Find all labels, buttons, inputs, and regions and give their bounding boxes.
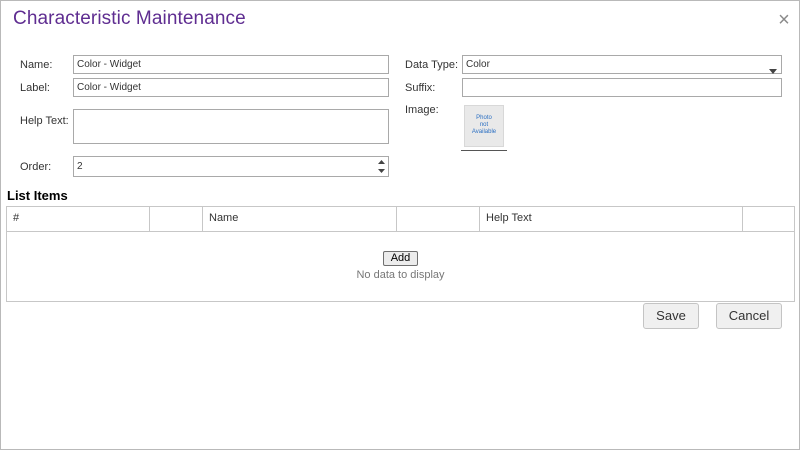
- order-label: Order:: [20, 161, 52, 173]
- save-button[interactable]: Save: [643, 303, 699, 329]
- suffix-label: Suffix:: [405, 82, 436, 94]
- data-type-label: Data Type:: [405, 59, 458, 71]
- spinner-arrows-icon[interactable]: [377, 158, 386, 175]
- chevron-down-icon: [769, 63, 777, 74]
- column-header-help-text[interactable]: Help Text: [480, 207, 743, 231]
- help-text-label: Help Text:: [20, 115, 69, 127]
- help-text-field[interactable]: [73, 109, 389, 144]
- photo-line-2: not: [479, 122, 489, 128]
- suffix-field[interactable]: [462, 78, 782, 97]
- order-value: 2: [77, 161, 83, 172]
- image-label: Image:: [405, 104, 439, 116]
- photo-line-1: Photo: [476, 115, 492, 121]
- characteristic-maintenance-dialog: Characteristic Maintenance × Name: Color…: [0, 0, 800, 450]
- empty-grid-message: No data to display: [356, 269, 445, 281]
- cancel-button[interactable]: Cancel: [716, 303, 782, 329]
- photo-line-3: Available: [471, 129, 497, 135]
- data-type-value: Color: [466, 59, 490, 70]
- column-header-blank-2[interactable]: [397, 207, 480, 231]
- name-label: Name:: [20, 59, 53, 71]
- label-field[interactable]: Color - Widget: [73, 78, 389, 97]
- dialog-title: Characteristic Maintenance: [13, 8, 246, 29]
- name-field[interactable]: Color - Widget: [73, 55, 389, 74]
- column-header-name[interactable]: Name: [203, 207, 397, 231]
- order-stepper[interactable]: 2: [73, 156, 389, 177]
- list-items-heading: List Items: [7, 188, 68, 203]
- add-list-item-button[interactable]: Add: [383, 251, 418, 266]
- column-header-blank-3[interactable]: [743, 207, 794, 231]
- column-header-blank-1[interactable]: [150, 207, 203, 231]
- label-label: Label:: [20, 82, 50, 94]
- column-header-number[interactable]: #: [7, 207, 150, 231]
- grid-header: # Name Help Text: [7, 207, 794, 232]
- close-icon[interactable]: ×: [775, 10, 793, 30]
- list-items-grid: # Name Help Text Add No data to display: [6, 206, 795, 302]
- photo-divider: [461, 150, 507, 151]
- photo-placeholder[interactable]: Photo not Available: [464, 105, 504, 147]
- data-type-select[interactable]: Color: [462, 55, 782, 74]
